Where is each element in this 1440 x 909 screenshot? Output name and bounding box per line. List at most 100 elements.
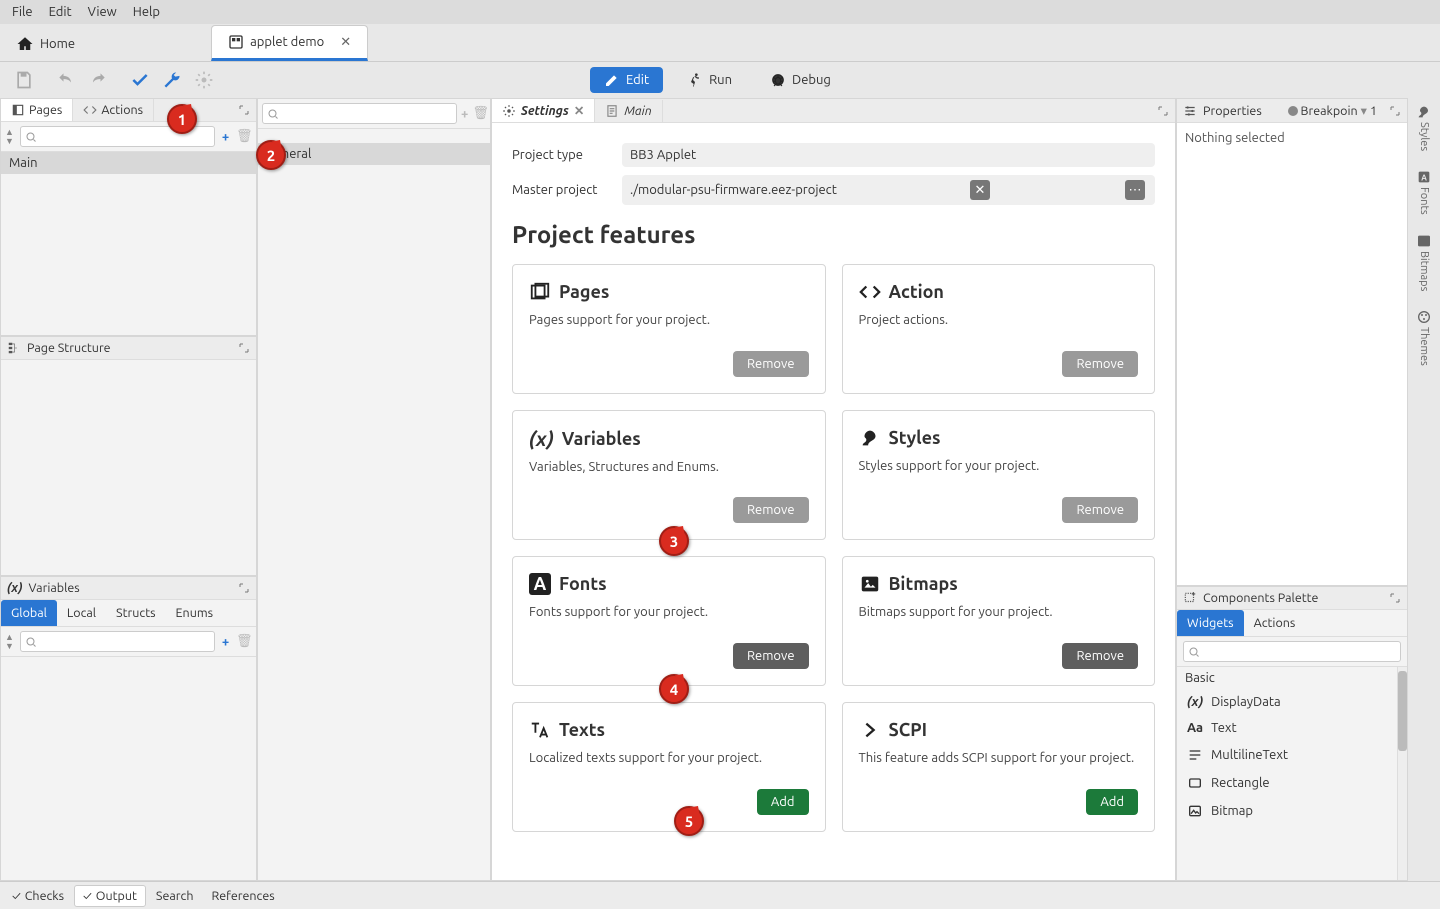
lines-icon [1187,747,1203,763]
palette-item-displaydata[interactable]: (x)DisplayData [1177,689,1397,715]
remove-button[interactable]: Remove [1062,643,1138,669]
add-page-button[interactable]: + [219,130,232,144]
project-type-field[interactable]: BB3 Applet [622,143,1155,167]
editor-tab-settings-label: Settings [521,104,569,118]
add-button[interactable]: Add [1086,789,1138,815]
mode-run-button[interactable]: Run [673,67,746,93]
close-icon[interactable]: ✕ [574,103,584,118]
maximize-icon[interactable] [238,104,250,116]
variables-label: Variables [28,581,79,595]
save-icon[interactable] [14,70,34,90]
check-icon[interactable] [130,70,150,90]
delete-variable-button[interactable]: 🗑 [236,634,252,649]
run-icon [687,72,703,88]
tab-home[interactable]: Home [0,27,91,61]
redo-icon[interactable] [88,70,108,90]
remove-button[interactable]: Remove [733,643,809,669]
undo-icon[interactable] [56,70,76,90]
maximize-icon[interactable] [1157,105,1169,117]
palette-item-rectangle[interactable]: Rectangle [1177,769,1397,797]
tab-document[interactable]: applet demo ✕ [211,25,368,61]
maximize-icon[interactable] [238,582,250,594]
left-tab-pages-label: Pages [29,103,62,117]
remove-button[interactable]: Remove [1062,497,1138,523]
palette-add-icon [1183,591,1197,605]
remove-button[interactable]: Remove [733,497,809,523]
dock-styles[interactable]: Styles [1416,104,1432,151]
delete-setting-button[interactable]: 🗑 [472,106,488,121]
variables-search-input[interactable] [20,631,215,652]
bottom-search[interactable]: Search [148,886,202,906]
feature-card-texts: Texts Localized texts support for your p… [512,702,826,832]
delete-page-button[interactable]: 🗑 [236,129,252,144]
breakpoints-tab[interactable]: Breakpoin ▾ 1 [1288,103,1377,118]
palette-item-bitmap[interactable]: Bitmap [1177,797,1397,825]
palette-search-input[interactable] [1183,641,1401,662]
bottom-references[interactable]: References [203,886,282,906]
settings-search-row: + 🗑 [258,99,490,129]
maximize-icon[interactable] [238,342,250,354]
font-a-icon: A [529,573,551,595]
gear-icon[interactable] [194,70,214,90]
palette-scrollbar[interactable] [1397,667,1407,880]
palette-item-multiline[interactable]: MultilineText [1177,741,1397,769]
check-icon: ✓ [83,889,92,903]
var-tab-enums[interactable]: Enums [166,600,224,626]
bottom-checks[interactable]: ✓Checks [4,886,72,906]
bottom-output[interactable]: ✓Output [74,885,146,907]
feature-card-action: Action Project actions. Remove [842,264,1156,394]
left-tab-actions[interactable]: Actions [73,99,154,121]
mode-debug-button[interactable]: Debug [756,67,845,93]
annotation-badge-4: 4 [659,674,689,704]
menu-help[interactable]: Help [125,3,168,21]
maximize-icon[interactable] [1389,105,1401,117]
left-tab-pages[interactable]: Pages [1,99,73,121]
menubar: File Edit View Help [0,0,1440,24]
settings-item-general[interactable]: General [258,143,490,165]
editor-body: Project type BB3 Applet Master project .… [492,123,1175,880]
svg-text:A: A [1421,173,1427,182]
master-project-field[interactable]: ./modular-psu-firmware.eez-project ✕ ⋯ [622,175,1155,205]
feature-desc: Styles support for your project. [859,459,1139,473]
page-icon [605,104,619,118]
palette-tab-actions[interactable]: Actions [1244,610,1306,636]
menu-file[interactable]: File [4,3,41,21]
tab-home-label: Home [40,37,75,51]
wrench-icon[interactable] [162,70,182,90]
dock-fonts[interactable]: AFonts [1416,169,1432,215]
menu-edit[interactable]: Edit [41,3,80,21]
remove-button[interactable]: Remove [733,351,809,377]
components-palette-label: Components Palette [1203,591,1318,605]
var-tab-global[interactable]: Global [1,600,57,626]
add-variable-button[interactable]: + [219,635,232,649]
var-tab-structs[interactable]: Structs [106,600,166,626]
editor-tab-main[interactable]: Main [595,100,662,122]
tab-document-label: applet demo [250,35,324,49]
variables-search-row: ▲▼ + 🗑 [1,627,256,657]
sort-updown-icon[interactable]: ▲▼ [5,127,16,147]
feature-card-bitmaps: Bitmaps Bitmaps support for your project… [842,556,1156,686]
more-icon[interactable]: ⋯ [1125,180,1145,200]
close-icon[interactable]: ✕ [340,35,351,50]
feature-desc: This feature adds SCPI support for your … [859,751,1139,765]
clear-icon[interactable]: ✕ [970,180,990,200]
pages-item-main[interactable]: Main [1,152,256,174]
mode-debug-label: Debug [792,73,831,87]
properties-label: Properties [1203,104,1262,118]
var-tab-local[interactable]: Local [57,600,106,626]
add-button[interactable]: Add [757,789,809,815]
mode-edit-button[interactable]: Edit [590,67,663,93]
dock-bitmaps[interactable]: Bitmaps [1416,233,1432,291]
pages-icon [529,281,551,303]
dock-themes[interactable]: Themes [1416,309,1432,366]
sort-updown-icon[interactable]: ▲▼ [5,632,16,652]
remove-button[interactable]: Remove [1062,351,1138,377]
maximize-icon[interactable] [1389,592,1401,604]
palette-item-text[interactable]: AaText [1177,715,1397,741]
palette-tab-widgets[interactable]: Widgets [1177,610,1244,636]
menu-view[interactable]: View [80,3,125,21]
settings-search-input[interactable] [262,103,457,124]
editor-tab-settings[interactable]: Settings ✕ [492,99,595,122]
add-setting-button[interactable]: + [461,107,468,121]
mode-edit-label: Edit [626,73,649,87]
